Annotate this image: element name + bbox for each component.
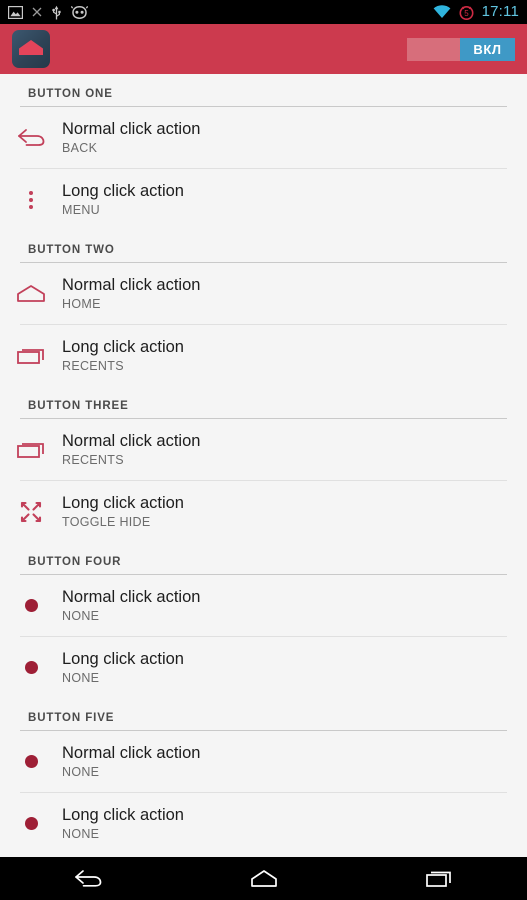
back-arrow-icon <box>0 126 62 150</box>
recents-nav-icon[interactable] <box>351 857 527 900</box>
none-dot-icon <box>0 817 62 830</box>
pref-value: TOGGLE HIDE <box>62 514 151 529</box>
pref-text-block: Long click action NONE <box>62 649 184 687</box>
status-bar-notification-icons <box>7 5 89 20</box>
enable-switch-thumb[interactable]: ВКЛ <box>460 37 515 61</box>
pref-text-block: Normal click action HOME <box>62 275 200 313</box>
pref-text-block: Normal click action BACK <box>62 119 200 157</box>
close-x-icon <box>32 7 42 17</box>
none-dot-icon <box>0 755 62 768</box>
home-nav-icon[interactable] <box>176 857 352 900</box>
pref-text-block: Long click action TOGGLE HIDE <box>62 493 184 531</box>
pref-title: Long click action <box>62 337 184 356</box>
pref-value: HOME <box>62 296 101 311</box>
usb-icon <box>51 5 62 20</box>
pref-row-long-click-two[interactable]: Long click action RECENTS <box>0 325 527 386</box>
menu-dot <box>29 197 33 202</box>
pref-text-block: Long click action MENU <box>62 181 184 219</box>
pref-value: NONE <box>62 608 100 623</box>
pref-text-block: Normal click action NONE <box>62 587 200 625</box>
pref-text-block: Normal click action RECENTS <box>62 431 200 469</box>
pref-row-normal-click-one[interactable]: Normal click action BACK <box>0 107 527 168</box>
cyanogenmod-icon <box>70 5 89 19</box>
preferences-list[interactable]: BUTTON ONE Normal click action BACK Long… <box>0 74 527 857</box>
status-bar-system-icons: 5 17:11 <box>433 0 519 24</box>
section-header-button-four: BUTTON FOUR <box>28 556 122 568</box>
device-screen: 5 17:11 ВКЛ BUTTON ONE Normal click acti… <box>0 0 527 900</box>
pref-row-normal-click-two[interactable]: Normal click action HOME <box>0 263 527 324</box>
pref-title: Normal click action <box>62 275 201 294</box>
wifi-icon <box>433 5 451 19</box>
pref-text-block: Long click action NONE <box>62 805 184 843</box>
recents-icon <box>0 439 62 461</box>
status-bar: 5 17:11 <box>0 0 527 24</box>
collapse-arrows-icon <box>0 501 62 523</box>
enable-switch-container: ВКЛ <box>407 37 515 61</box>
section-header-button-five: BUTTON FIVE <box>28 712 115 724</box>
recents-icon <box>0 345 62 367</box>
pref-title: Long click action <box>62 493 184 512</box>
menu-dot <box>29 190 33 195</box>
pref-title: Long click action <box>62 181 184 200</box>
system-navigation-bar <box>0 857 527 900</box>
pref-title: Normal click action <box>62 587 201 606</box>
status-bar-clock: 17:11 <box>481 3 519 20</box>
none-dot-icon <box>0 661 62 674</box>
app-launcher-icon[interactable] <box>12 30 50 68</box>
pref-row-long-click-four[interactable]: Long click action NONE <box>0 637 527 698</box>
pref-row-long-click-three[interactable]: Long click action TOGGLE HIDE <box>0 481 527 542</box>
none-dot-shape <box>24 755 38 768</box>
section-header-button-three: BUTTON THREE <box>28 400 129 412</box>
pref-value: NONE <box>62 826 100 841</box>
home-shape-icon <box>18 39 44 61</box>
alarm-badge-value: 5 <box>464 9 469 18</box>
app-action-bar: ВКЛ <box>0 24 527 74</box>
pref-value: RECENTS <box>62 358 124 373</box>
pref-text-block: Long click action RECENTS <box>62 337 184 375</box>
alarm-badge-icon: 5 <box>459 5 474 20</box>
none-dot-shape <box>24 817 38 830</box>
enable-switch[interactable]: ВКЛ <box>407 37 515 61</box>
pref-value: MENU <box>62 202 101 217</box>
section-header-button-one: BUTTON ONE <box>28 88 113 100</box>
image-icon <box>7 5 24 19</box>
pref-value: BACK <box>62 140 98 155</box>
pref-title: Normal click action <box>62 119 201 138</box>
back-nav-icon[interactable] <box>0 857 176 900</box>
enable-switch-label: ВКЛ <box>473 41 502 57</box>
pref-row-long-click-one[interactable]: Long click action MENU <box>0 169 527 230</box>
pref-title: Normal click action <box>62 743 201 762</box>
pref-text-block: Normal click action NONE <box>62 743 200 781</box>
pref-value: RECENTS <box>62 452 124 467</box>
pref-title: Long click action <box>62 649 184 668</box>
none-dot-shape <box>24 661 38 674</box>
none-dot-shape <box>24 599 38 612</box>
pref-title: Normal click action <box>62 431 201 450</box>
pref-row-normal-click-four[interactable]: Normal click action NONE <box>0 575 527 636</box>
pref-title: Long click action <box>62 805 184 824</box>
pref-value: NONE <box>62 670 100 685</box>
pref-value: NONE <box>62 764 100 779</box>
pref-row-long-click-five[interactable]: Long click action NONE <box>0 793 527 854</box>
pref-row-normal-click-five[interactable]: Normal click action NONE <box>0 731 527 792</box>
overflow-menu-icon <box>0 190 62 209</box>
section-header-button-two: BUTTON TWO <box>28 244 115 256</box>
home-icon <box>0 283 62 305</box>
pref-row-normal-click-three[interactable]: Normal click action RECENTS <box>0 419 527 480</box>
none-dot-icon <box>0 599 62 612</box>
menu-dot <box>29 204 33 209</box>
overflow-menu-dots <box>29 190 33 209</box>
